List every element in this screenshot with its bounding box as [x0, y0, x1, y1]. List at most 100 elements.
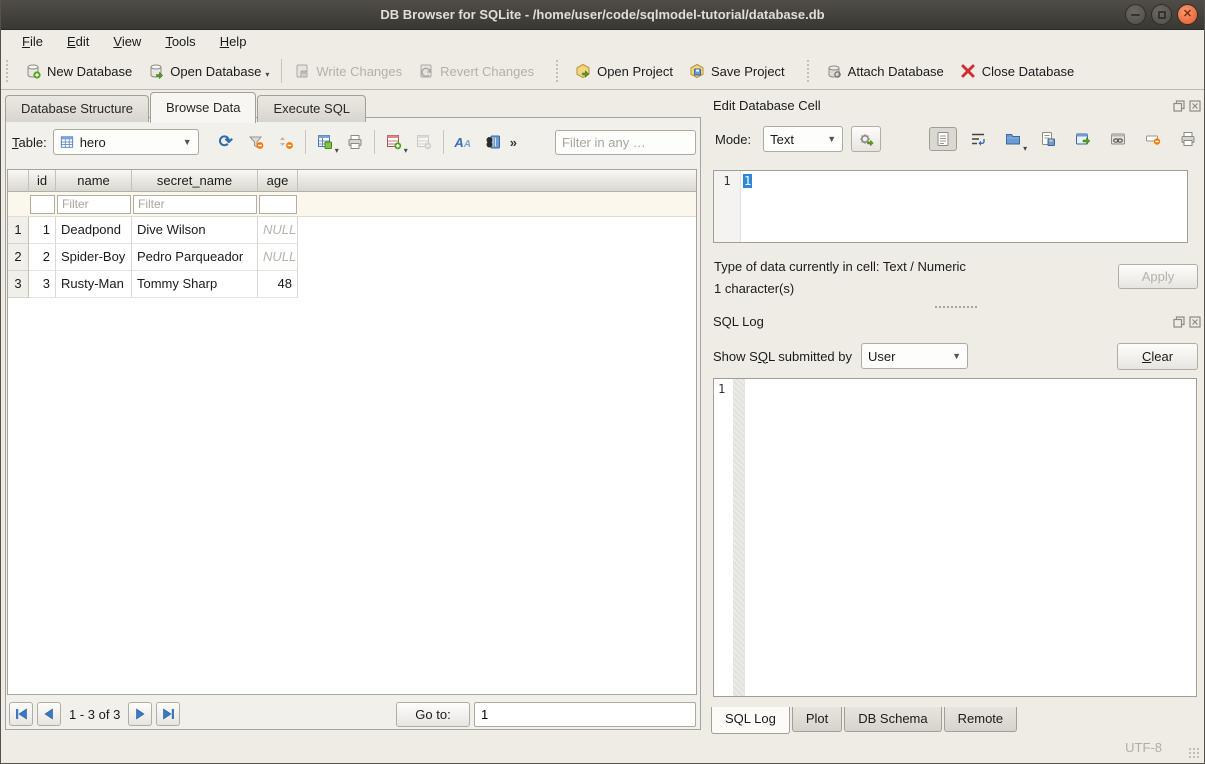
cell-name[interactable]: Rusty-Man: [56, 271, 132, 298]
filter-secret-name-input[interactable]: [133, 195, 257, 214]
cell-secret-name[interactable]: Pedro Parqueador: [132, 244, 258, 271]
open-url-button[interactable]: [1104, 127, 1132, 151]
column-header-age[interactable]: age: [258, 170, 298, 192]
open-project-button[interactable]: Open Project: [567, 59, 681, 83]
table-row[interactable]: 3 3 Rusty-Man Tommy Sharp 48: [8, 271, 696, 298]
cell-age[interactable]: NULL: [258, 244, 298, 271]
sql-log-dock-title[interactable]: SQL Log: [706, 314, 1205, 334]
menu-tools[interactable]: Tools: [154, 32, 206, 51]
menu-view[interactable]: View: [102, 32, 152, 51]
save-table-view-button[interactable]: ▾: [310, 129, 340, 155]
save-project-button[interactable]: Save Project: [681, 59, 793, 83]
row-header[interactable]: 3: [8, 271, 29, 298]
print-table-button[interactable]: [340, 129, 370, 155]
tab-remote[interactable]: Remote: [944, 707, 1018, 732]
encoding-indicator[interactable]: UTF-8: [1125, 740, 1162, 755]
toolbar-drag-handle[interactable]: [556, 60, 564, 82]
tab-browse-data[interactable]: Browse Data: [150, 92, 256, 123]
minimize-icon: [1131, 14, 1140, 16]
row-header[interactable]: 2: [8, 244, 29, 271]
tab-sql-log[interactable]: SQL Log: [711, 707, 790, 734]
toolbar-drag-handle[interactable]: [6, 60, 14, 82]
refresh-button[interactable]: ⟳: [211, 129, 241, 155]
clear-filters-button[interactable]: [241, 129, 271, 155]
close-dock-icon[interactable]: [1189, 100, 1201, 112]
editor-content[interactable]: 1: [743, 174, 752, 188]
minimize-button[interactable]: [1125, 4, 1146, 25]
column-header-id[interactable]: id: [29, 170, 56, 192]
open-database-dropdown-caret[interactable]: ▾: [265, 70, 269, 79]
clear-sorting-button[interactable]: [271, 129, 301, 155]
cell-editor-textarea[interactable]: 1 1: [713, 170, 1188, 243]
goto-button[interactable]: Go to:: [396, 702, 470, 727]
new-database-button[interactable]: New Database: [17, 59, 140, 83]
close-dock-icon[interactable]: [1189, 316, 1201, 328]
last-record-button[interactable]: [156, 702, 180, 726]
import-caret[interactable]: ▾: [1023, 144, 1027, 153]
row-header[interactable]: 1: [8, 217, 29, 244]
font-settings-button[interactable]: AA: [448, 129, 478, 155]
grid-corner-header[interactable]: [8, 170, 29, 192]
print-cell-button[interactable]: [1174, 127, 1202, 151]
menu-file[interactable]: File: [11, 32, 54, 51]
import-data-button[interactable]: ▾: [999, 127, 1027, 151]
tab-plot[interactable]: Plot: [792, 707, 842, 732]
float-dock-icon[interactable]: [1173, 316, 1185, 328]
tab-execute-sql[interactable]: Execute SQL: [257, 95, 366, 122]
cell-name[interactable]: Spider-Boy: [56, 244, 132, 271]
tab-db-schema[interactable]: DB Schema: [844, 707, 941, 732]
dock-splitter[interactable]: [706, 303, 1205, 311]
menu-help[interactable]: Help: [209, 32, 258, 51]
open-database-button[interactable]: Open Database ▾: [140, 59, 277, 83]
title-bar[interactable]: DB Browser for SQLite - /home/user/code/…: [1, 0, 1204, 30]
resize-grip[interactable]: [1188, 747, 1201, 760]
table-row[interactable]: 2 2 Spider-Boy Pedro Parqueador NULL: [8, 244, 696, 271]
cell-id[interactable]: 3: [29, 271, 56, 298]
text-mode-toggle[interactable]: [929, 127, 957, 151]
cell-name[interactable]: Deadpond: [56, 217, 132, 244]
filter-id-input[interactable]: [30, 195, 55, 214]
auto-apply-button[interactable]: [851, 126, 881, 152]
filter-name-input[interactable]: [57, 195, 131, 214]
cell-secret-name[interactable]: Dive Wilson: [132, 217, 258, 244]
new-record-button[interactable]: ▾: [379, 129, 409, 155]
mode-select[interactable]: Text ▼: [763, 126, 843, 152]
word-wrap-button[interactable]: [964, 127, 992, 151]
next-record-button[interactable]: [128, 702, 152, 726]
previous-record-button[interactable]: [37, 702, 61, 726]
menu-edit[interactable]: Edit: [56, 32, 100, 51]
tab-database-structure[interactable]: Database Structure: [5, 95, 149, 122]
toolbar-drag-handle[interactable]: [807, 60, 815, 82]
export-file-icon: [1040, 131, 1056, 147]
column-header-secret-name[interactable]: secret_name: [132, 170, 258, 192]
toolbar-separator: [443, 130, 444, 154]
attach-database-button[interactable]: Attach Database: [818, 59, 952, 83]
cell-age[interactable]: 48: [258, 271, 298, 298]
cell-age[interactable]: NULL: [258, 217, 298, 244]
save-table-view-caret[interactable]: ▾: [335, 146, 339, 155]
clear-log-button[interactable]: Clear: [1117, 343, 1198, 370]
table-row[interactable]: 1 1 Deadpond Dive Wilson NULL: [8, 217, 696, 244]
goto-input[interactable]: [474, 702, 696, 727]
filter-age-input[interactable]: [259, 195, 297, 214]
close-database-button[interactable]: Close Database: [952, 59, 1083, 83]
edit-cell-dock-title[interactable]: Edit Database Cell: [706, 98, 1205, 118]
maximize-button[interactable]: [1151, 4, 1172, 25]
float-dock-icon[interactable]: [1173, 100, 1185, 112]
new-record-caret[interactable]: ▾: [404, 146, 408, 155]
cell-secret-name[interactable]: Tommy Sharp: [132, 271, 258, 298]
close-button[interactable]: ✕: [1177, 4, 1198, 25]
first-record-button[interactable]: [9, 702, 33, 726]
set-null-button[interactable]: [1139, 127, 1167, 151]
export-data-button[interactable]: [1034, 127, 1062, 151]
table-select[interactable]: hero ▼: [53, 129, 199, 155]
sql-log-output[interactable]: 1: [713, 378, 1197, 697]
find-in-table-button[interactable]: [478, 129, 508, 155]
column-header-name[interactable]: name: [56, 170, 132, 192]
sql-log-source-select[interactable]: User ▼: [861, 343, 968, 369]
copy-to-clipboard-button[interactable]: [1069, 127, 1097, 151]
cell-id[interactable]: 2: [29, 244, 56, 271]
cell-id[interactable]: 1: [29, 217, 56, 244]
toolbar-overflow-chevron[interactable]: »: [510, 135, 517, 150]
filter-any-column-input[interactable]: [555, 130, 696, 155]
